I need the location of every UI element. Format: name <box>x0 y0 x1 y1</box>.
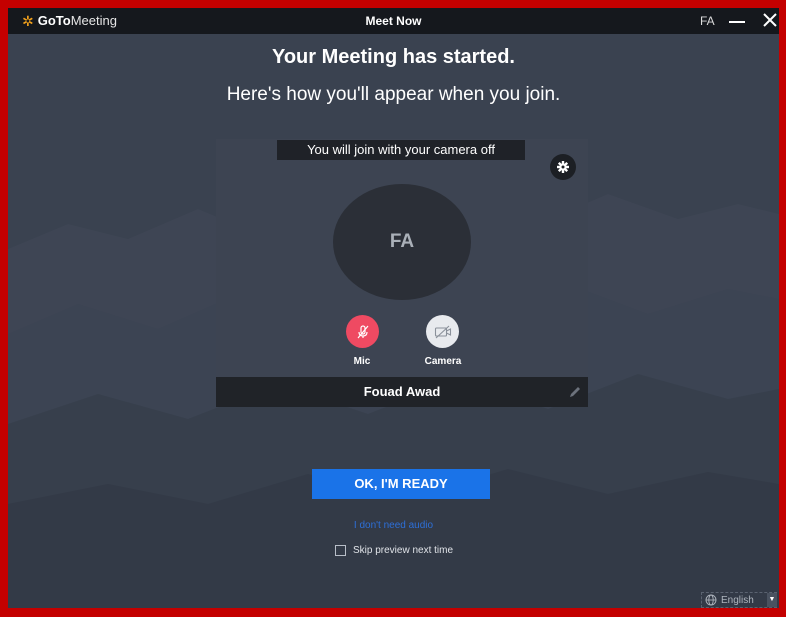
page-subtitle: Here's how you'll appear when you join. <box>226 84 561 105</box>
mic-toggle-button[interactable] <box>346 315 379 348</box>
minimize-icon <box>729 21 745 23</box>
close-button[interactable] <box>761 11 779 29</box>
preview-card: You will join with your camera off FA Mi… <box>216 139 588 407</box>
skip-preview-row: Skip preview next time <box>335 545 453 556</box>
no-audio-link[interactable]: I don't need audio <box>8 520 779 531</box>
chevron-down-icon: ▼ <box>767 593 777 607</box>
mic-label: Mic <box>353 356 371 367</box>
camera-toggle-button[interactable] <box>426 315 459 348</box>
mic-off-icon <box>357 324 368 338</box>
camera-off-icon <box>434 325 451 338</box>
settings-button[interactable] <box>550 154 576 180</box>
camera-notice: You will join with your camera off <box>277 140 525 160</box>
avatar: FA <box>333 184 471 300</box>
skip-preview-label[interactable]: Skip preview next time <box>353 545 453 556</box>
language-label: English <box>721 594 754 606</box>
brand: ✲ GoTo Meeting <box>22 13 117 28</box>
brand-goto: GoTo <box>37 13 71 28</box>
page-title: Your Meeting has started. <box>271 46 515 68</box>
language-select[interactable]: English ▼ <box>701 592 777 608</box>
user-initials: FA <box>700 14 715 28</box>
app-window: ✲ GoTo Meeting Meet Now FA Your Meeting h… <box>8 8 779 608</box>
ok-ready-button[interactable]: OK, I'M READY <box>312 469 490 499</box>
participant-name: Fouad Awad <box>363 384 441 399</box>
name-bar: Fouad Awad <box>216 377 588 407</box>
camera-label: Camera <box>424 356 462 367</box>
minimize-button[interactable] <box>726 12 748 30</box>
title-bar: ✲ GoTo Meeting Meet Now FA <box>8 8 779 34</box>
window-title: Meet Now <box>365 14 422 28</box>
gear-icon <box>557 161 569 173</box>
brand-meeting: Meeting <box>70 13 117 28</box>
globe-icon <box>705 594 717 606</box>
pencil-icon <box>570 387 580 397</box>
gotomeeting-logo-icon: ✲ <box>22 12 34 29</box>
close-icon <box>763 13 777 27</box>
edit-name-button[interactable] <box>568 385 582 399</box>
skip-preview-checkbox[interactable] <box>335 545 346 556</box>
